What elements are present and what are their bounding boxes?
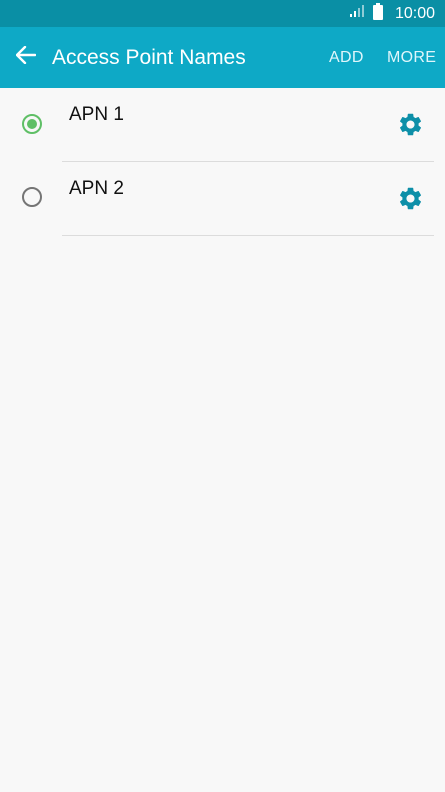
apn-list-item[interactable]: APN 1 — [0, 88, 445, 162]
status-bar: 10:00 — [0, 0, 445, 27]
apn-list-item[interactable]: APN 2 — [0, 162, 445, 236]
status-time: 10:00 — [394, 4, 435, 22]
status-icons: 10:00 — [349, 0, 435, 27]
arrow-back-icon — [15, 45, 37, 69]
divider — [62, 235, 434, 236]
more-button[interactable]: MORE — [387, 27, 436, 88]
page-title: Access Point Names — [52, 46, 246, 69]
gear-icon[interactable] — [397, 185, 424, 212]
apn-list: APN 1 APN 2 — [0, 88, 445, 236]
apn-label: APN 1 — [69, 104, 124, 125]
radio-unselected[interactable] — [22, 187, 42, 207]
gear-icon[interactable] — [397, 111, 424, 138]
add-button[interactable]: ADD — [329, 27, 364, 88]
signal-icon — [349, 4, 365, 23]
battery-icon — [372, 2, 383, 25]
back-button[interactable] — [6, 37, 46, 77]
app-bar: Access Point Names ADD MORE — [0, 27, 445, 88]
apn-label: APN 2 — [69, 178, 124, 199]
radio-selected[interactable] — [22, 114, 42, 134]
